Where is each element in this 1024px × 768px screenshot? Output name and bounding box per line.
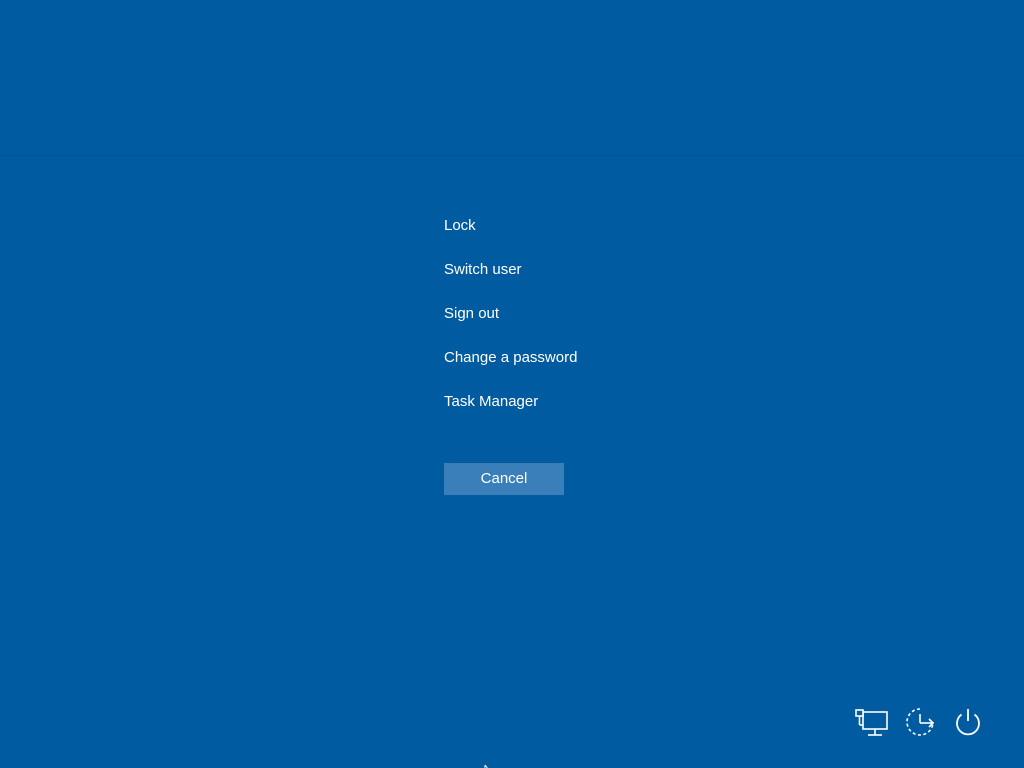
switch-user-option[interactable]: Switch user [444,257,664,301]
power-icon[interactable] [950,704,986,740]
sign-out-option[interactable]: Sign out [444,301,664,345]
mouse-cursor-icon [484,760,498,768]
network-icon[interactable] [854,704,890,740]
task-manager-option[interactable]: Task Manager [444,389,664,433]
change-password-option[interactable]: Change a password [444,345,664,389]
lock-option[interactable]: Lock [444,213,664,257]
cancel-button[interactable]: Cancel [444,463,564,495]
ctrl-alt-del-screen: Lock Switch user Sign out Change a passw… [0,0,1024,768]
top-divider [0,155,1024,156]
ease-of-access-icon[interactable] [902,704,938,740]
security-options-menu: Lock Switch user Sign out Change a passw… [444,213,664,433]
